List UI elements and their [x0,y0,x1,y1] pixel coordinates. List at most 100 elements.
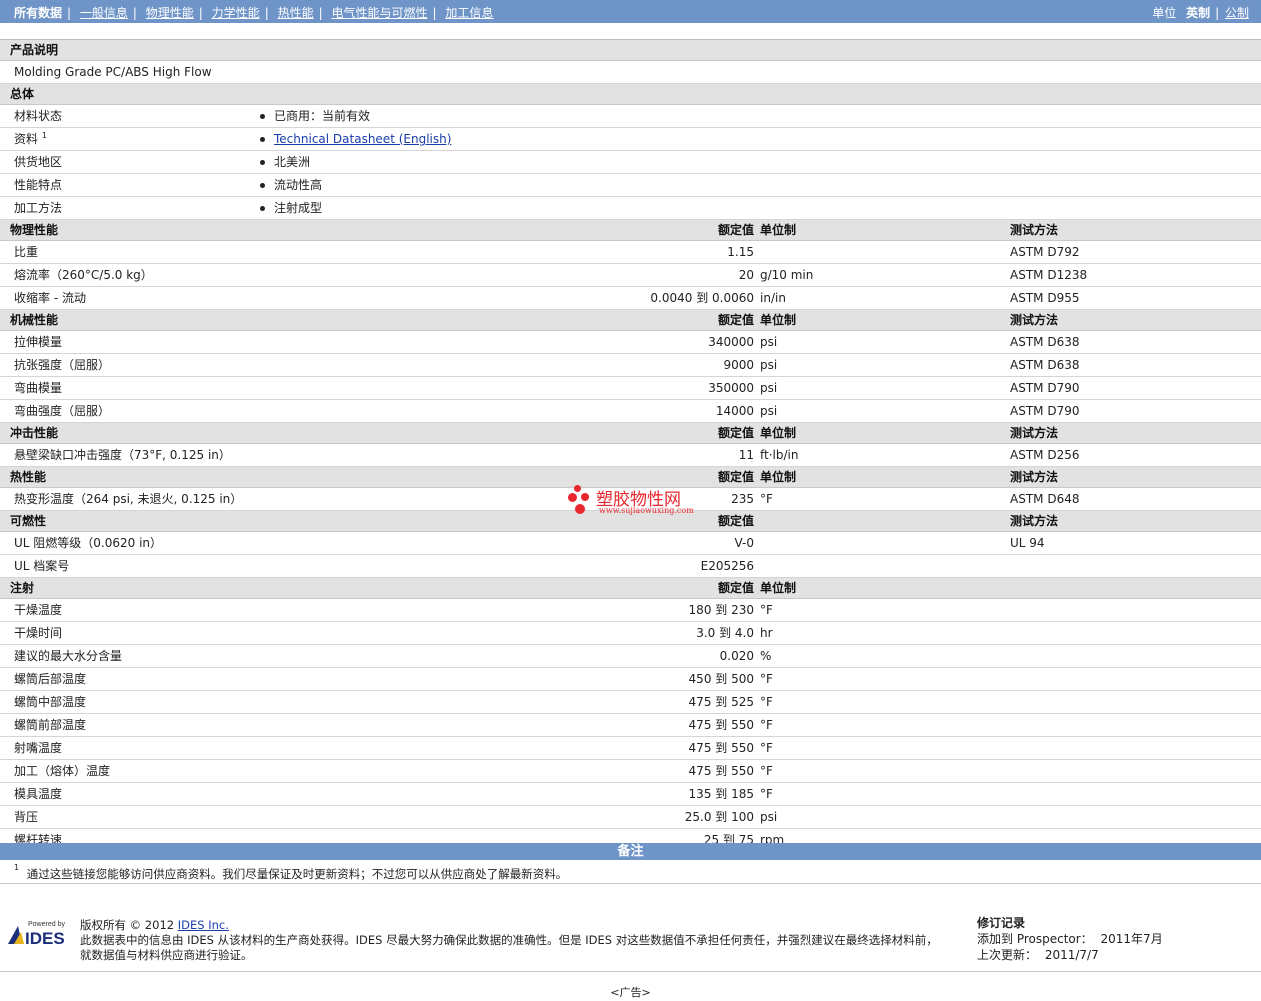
property-method: ASTM D790 [1010,381,1080,395]
dot [568,493,577,502]
property-value: E205256 [700,559,754,573]
col-nominal: 额定值 [717,313,754,327]
property-unit: °F [760,672,773,686]
tab-physical[interactable]: 物理性能 [146,6,194,20]
tab-processing[interactable]: 加工信息 [445,6,493,20]
property-value: 180 到 230 [688,603,754,617]
datasheet-link[interactable]: Technical Datasheet (English) [274,132,451,146]
col-nominal: 额定值 [717,223,754,237]
general-row: 资料 1 Technical Datasheet (English) [0,128,1261,151]
property-method: ASTM D648 [1010,492,1080,506]
unit-switcher: 单位 英制 | 公制 [1152,6,1249,20]
bullet-icon [260,183,265,188]
copyright-block: 版权所有 © 2012 IDES Inc. 此数据表中的信息由 IDES 从该材… [80,918,938,963]
property-row: 抗张强度（屈服） 9000 psi ASTM D638 [0,354,1261,377]
property-value: 14000 [715,404,754,418]
updated-value: 2011/7/7 [1044,948,1099,962]
bullet-icon [260,114,265,119]
property-method: ASTM D792 [1010,245,1080,259]
section-header-mechanical: 机械性能 额定值 单位制 测试方法 [0,310,1261,331]
footer: Powered by IDES 版权所有 © 2012 IDES Inc. 此数… [0,915,1261,975]
property-row: 拉伸模量 340000 psi ASTM D638 [0,331,1261,354]
row-label: 材料状态 [14,109,63,123]
property-row: 射嘴温度 475 到 550 °F [0,737,1261,760]
col-unit: 单位制 [760,581,797,595]
property-value: 450 到 500 [688,672,754,686]
property-row: 弯曲强度（屈服） 14000 psi ASTM D790 [0,400,1261,423]
property-method: ASTM D790 [1010,404,1080,418]
section-header-product: 产品说明 [0,40,1261,61]
property-unit: °F [760,787,773,801]
section-header-injection: 注射 额定值 单位制 [0,578,1261,599]
nav-tabs: 所有数据 | 一般信息 | 物理性能 | 力学性能 | 热性能 | 电气性能与可燃性 | 加… [14,6,494,20]
datasheet-table: 产品说明 Molding Grade PC/ABS High Flow 总体 材… [0,39,1261,852]
copyright-prefix: 版权所有 © 2012 [80,918,175,932]
watermark-logo: 塑胶物性网 www.sujiaowuxing.com [566,485,706,517]
ad-label[interactable]: <广告> [0,984,1261,1000]
property-value: 3.0 到 4.0 [696,626,754,640]
property-value: V-0 [734,536,754,550]
property-name: 比重 [14,245,39,259]
ides-logo: Powered by IDES [8,918,72,948]
tab-all-data[interactable]: 所有数据 [14,6,62,20]
watermark-url: www.sujiaowuxing.com [599,506,694,515]
general-row: 供货地区 北美洲 [0,151,1261,174]
row-label: 加工方法 [14,201,63,215]
property-unit: °F [760,695,773,709]
property-value: 135 到 185 [688,787,754,801]
property-unit: psi [760,335,778,349]
property-unit: psi [760,404,778,418]
property-row: 悬壁梁缺口冲击强度（73°F, 0.125 in） 11 ft·lb/in AS… [0,444,1261,467]
property-row: UL 阻燃等级（0.0620 in） V-0 UL 94 [0,532,1261,555]
property-value: 475 到 550 [688,718,754,732]
property-unit: °F [760,603,773,617]
disclaimer-line-1: 此数据表中的信息由 IDES 从该材料的生产商处获得。IDES 尽最大努力确保此… [80,933,938,947]
tab-thermal[interactable]: 热性能 [278,6,314,20]
col-nominal: 额定值 [717,470,754,484]
property-name: 熔流率（260°C/5.0 kg） [14,268,153,282]
added-value: 2011年7月 [1100,932,1163,946]
property-name: 悬壁梁缺口冲击强度（73°F, 0.125 in） [14,448,231,462]
revision-block: 修订记录 添加到 Prospector： 2011年7月 上次更新： 2011/… [977,915,1163,963]
property-unit: psi [760,381,778,395]
property-value: 25.0 到 100 [684,810,754,824]
dot [575,504,585,514]
tab-electrical-flammability[interactable]: 电气性能与可燃性 [331,6,427,20]
row-value: 流动性高 [260,174,322,196]
property-row: 背压 25.0 到 100 psi [0,806,1261,829]
property-name: 背压 [14,810,39,824]
dot [581,493,589,501]
property-unit: °F [760,764,773,778]
property-name: 螺筒前部温度 [14,718,87,732]
section-title: 物理性能 [10,223,59,237]
footnote-number: 1 [14,863,20,872]
property-unit: in/in [760,291,786,305]
property-name: 拉伸模量 [14,335,63,349]
section-title: 可燃性 [10,514,47,528]
property-value: 235 [731,492,754,506]
tab-general-info[interactable]: 一般信息 [80,6,128,20]
bullet-icon [260,160,265,165]
property-value: 475 到 525 [688,695,754,709]
divider [0,883,1261,884]
company-link[interactable]: IDES Inc. [178,918,229,932]
property-unit: psi [760,358,778,372]
property-name: 射嘴温度 [14,741,63,755]
row-value: Technical Datasheet (English) [260,128,451,150]
general-row: 材料状态 已商用：当前有效 [0,105,1261,128]
tab-mechanical[interactable]: 力学性能 [212,6,260,20]
row-value: 已商用：当前有效 [260,105,370,127]
col-method: 测试方法 [1010,223,1059,237]
general-row: 性能特点 流动性高 [0,174,1261,197]
property-name: 加工（熔体）温度 [14,764,111,778]
unit-imperial[interactable]: 英制 [1186,6,1210,20]
section-title: 产品说明 [10,43,59,57]
property-method: ASTM D256 [1010,448,1080,462]
property-name: 抗张强度（屈服） [14,358,111,372]
col-unit: 单位制 [760,313,797,327]
property-row: 建议的最大水分含量 0.020 % [0,645,1261,668]
col-unit: 单位制 [760,426,797,440]
section-header-impact: 冲击性能 额定值 单位制 测试方法 [0,423,1261,444]
unit-metric[interactable]: 公制 [1225,6,1249,20]
property-name: 螺筒后部温度 [14,672,87,686]
